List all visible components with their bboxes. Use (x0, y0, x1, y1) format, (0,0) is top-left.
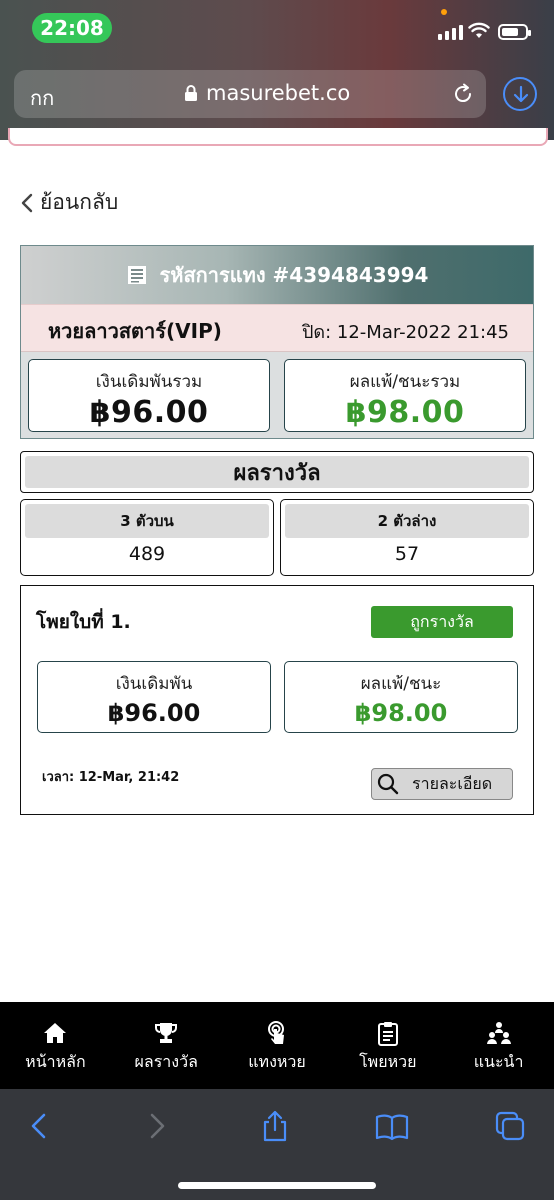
forward-arrow-icon[interactable] (140, 1109, 174, 1143)
nav-item-tickets[interactable]: โพยหวย (332, 1002, 443, 1089)
ticket-bet-value: ฿96.00 (107, 699, 201, 727)
total-result-value: ฿98.00 (345, 395, 465, 430)
nav-label: หน้าหลัก (25, 1052, 86, 1071)
status-time: 22:08 (32, 13, 112, 43)
total-bet-value: ฿96.00 (89, 395, 209, 430)
nav-item-home[interactable]: หน้าหลัก (0, 1002, 111, 1089)
ticket-bet-label: เงินเดิมพัน (115, 674, 193, 694)
browser-top-chrome: 22:08 กก masurebet.co (0, 0, 554, 140)
url-display[interactable]: masurebet.co (184, 81, 350, 105)
lotto-name: หวยลาวสตาร์(VIP) (48, 319, 222, 343)
trophy-icon (155, 1023, 178, 1043)
nav-item-results[interactable]: ผลรางวัล (111, 1002, 222, 1089)
document-icon (127, 266, 146, 284)
download-icon[interactable] (503, 77, 537, 111)
back-link[interactable]: ย้อนกลับ (20, 186, 118, 219)
header-banner-edge (8, 128, 548, 146)
result-value: 489 (128, 543, 166, 565)
reload-icon[interactable] (451, 82, 475, 106)
bet-code-header: รหัสการแทง #4394843994 (21, 246, 533, 304)
chevron-left-icon (21, 193, 33, 212)
ticket-time: เวลา: 12-Mar, 21:42 (42, 770, 180, 785)
bottom-nav: หน้าหลัก ผลรางวัล แทงหวย โพยหวย แนะนำ (0, 1002, 554, 1089)
ticket-bet-box: เงินเดิมพัน ฿96.00 (37, 661, 271, 733)
lock-icon (185, 85, 197, 101)
result-box-2-bottom: 2 ตัวล่าง 57 (280, 499, 534, 576)
result-box-3-top: 3 ตัวบน 489 (20, 499, 274, 576)
results-header: ผลรางวัล (20, 451, 534, 493)
result-label: 3 ตัวบน (25, 504, 269, 538)
people-icon (486, 1022, 511, 1044)
back-label: ย้อนกลับ (40, 190, 119, 214)
total-result-box: ผลแพ้/ชนะรวม ฿98.00 (284, 359, 526, 432)
nav-label: โพยหวย (359, 1052, 417, 1071)
tabs-icon[interactable] (493, 1109, 527, 1143)
nav-item-recommend[interactable]: แนะนำ (443, 1002, 554, 1089)
status-bar: 22:08 (0, 0, 554, 58)
nav-label: แทงหวย (248, 1052, 306, 1071)
home-icon (44, 1023, 67, 1043)
privacy-indicator (441, 9, 447, 15)
nav-label: ผลรางวัล (134, 1052, 198, 1071)
text-size-button[interactable]: กก (30, 82, 54, 114)
wifi-icon (468, 22, 490, 38)
back-arrow-icon[interactable] (22, 1109, 56, 1143)
detail-button[interactable]: รายละเอียด (371, 768, 513, 800)
ticket-card: โพยใบที่ 1. ถูกรางวัล เงินเดิมพัน ฿96.00… (20, 585, 534, 815)
status-badge: ถูกรางวัล (371, 606, 513, 638)
result-value: 57 (394, 543, 420, 565)
total-bet-label: เงินเดิมพันรวม (95, 372, 203, 392)
bet-summary-card: รหัสการแทง #4394843994 หวยลาวสตาร์(VIP) … (20, 245, 534, 439)
total-result-label: ผลแพ้/ชนะรวม (349, 372, 461, 392)
lotto-info-row: หวยลาวสตาร์(VIP) ปิด: 12-Mar-2022 21:45 (21, 304, 533, 352)
detail-button-label: รายละเอียด (412, 773, 493, 793)
cellular-signal-icon (438, 24, 463, 40)
home-indicator (178, 1182, 376, 1189)
share-icon[interactable] (258, 1109, 292, 1143)
close-time: ปิด: 12-Mar-2022 21:45 (301, 322, 509, 343)
tap-icon (267, 1021, 284, 1044)
clipboard-icon (377, 1022, 398, 1046)
results-title: ผลรางวัล (25, 456, 529, 488)
nav-item-bet[interactable]: แทงหวย (222, 1002, 333, 1089)
result-label: 2 ตัวล่าง (285, 504, 529, 538)
url-text: masurebet.co (206, 81, 351, 105)
ticket-result-box: ผลแพ้/ชนะ ฿98.00 (284, 661, 518, 733)
total-bet-box: เงินเดิมพันรวม ฿96.00 (28, 359, 270, 432)
ticket-title: โพยใบที่ 1. (36, 611, 131, 633)
address-bar[interactable]: กก masurebet.co (14, 70, 486, 118)
ticket-result-label: ผลแพ้/ชนะ (360, 674, 442, 694)
ticket-result-value: ฿98.00 (354, 699, 448, 727)
search-icon (377, 773, 399, 795)
nav-label: แนะนำ (473, 1052, 524, 1071)
bet-code: รหัสการแทง #4394843994 (159, 263, 429, 287)
bookmarks-icon[interactable] (375, 1109, 409, 1143)
battery-icon (498, 24, 531, 40)
